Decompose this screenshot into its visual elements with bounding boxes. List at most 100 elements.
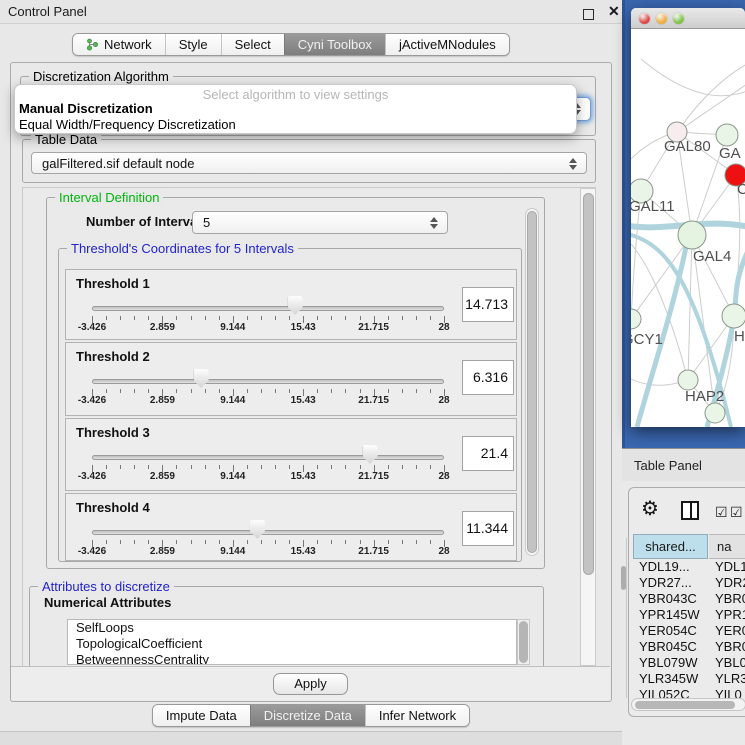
table-row[interactable]: YER054CYER0 [633,623,745,639]
slider-tick [345,465,346,469]
table-row[interactable]: YDR27...YDR2 [633,575,745,591]
table-row[interactable]: YBL079WYBL0 [633,655,745,671]
tab-infer-network[interactable]: Infer Network [365,705,469,726]
tab-style[interactable]: Style [165,34,221,55]
tab-jactivemnodules[interactable]: jActiveMNodules [385,34,509,55]
attributes-list-scrollbar-thumb[interactable] [519,621,528,663]
network-edge[interactable] [677,64,745,132]
tab-discretize-data[interactable]: Discretize Data [250,705,365,726]
table-horizontal-scrollbar[interactable] [631,698,745,711]
slider-tick [205,465,206,469]
interval-group-scrollbar-thumb[interactable] [527,211,537,553]
table-row[interactable]: YPR145WYPR1 [633,607,745,623]
network-edge[interactable] [631,244,688,380]
table-horizontal-scrollbar-thumb[interactable] [635,701,735,709]
tab-impute-data[interactable]: Impute Data [153,705,250,726]
network-node[interactable] [722,304,745,328]
slider-tick [331,316,332,320]
network-view-window[interactable]: GAL80GACGAL11GAL4GCY1HHAP2 [631,8,745,427]
column-header-shared-name[interactable]: shared... [633,534,708,559]
network-node[interactable] [631,309,641,329]
combo-stepper-icon[interactable] [427,215,440,231]
slider-track[interactable] [92,306,444,311]
checkbox-icon[interactable]: ☑ [730,504,743,521]
slider-tick [219,465,220,469]
slider-handle[interactable] [194,369,209,388]
network-window-titlebar[interactable] [631,8,745,29]
attribute-list-item[interactable]: BetweennessCentrality [68,652,516,665]
table-cell-shared-name: YBR045C [639,639,697,654]
slider-tick-label: 15.43 [291,471,316,482]
slider-tick [219,540,220,544]
numerical-attributes-list[interactable]: SelfLoopsTopologicalCoefficientBetweenne… [67,619,517,665]
tab-network[interactable]: Network [73,34,165,55]
network-edge[interactable] [631,235,692,319]
window-minimize-icon[interactable] [656,13,667,24]
column-layout-icon[interactable] [681,501,699,520]
combo-stepper-icon[interactable] [566,156,579,172]
table-row[interactable]: YBR045CYBR0 [633,639,745,655]
threshold-value-field[interactable]: 11.344 [462,511,514,546]
network-node[interactable] [678,370,698,390]
slider-tick-label: 9.144 [220,395,245,406]
slider-tick [331,465,332,469]
table-row[interactable]: YDL19...YDL1 [633,559,745,575]
attribute-list-item[interactable]: SelfLoops [68,620,516,636]
dropdown-option-equal-width-frequency[interactable]: Equal Width/Frequency Discretization [19,117,236,132]
threshold-label: Threshold 2 [76,349,150,364]
threshold-value-field[interactable]: 6.316 [462,360,514,395]
slider-handle[interactable] [288,296,303,315]
table-row[interactable]: YBR043CYBR0 [633,591,745,607]
interval-group-scrollbar[interactable] [525,208,539,556]
table-cell-shared-name: YER054C [639,623,697,638]
threshold-value-field[interactable]: 21.4 [462,436,514,471]
column-header-name[interactable]: na [709,534,745,559]
network-edge[interactable] [688,235,692,380]
apply-button-strip: Apply [11,666,610,700]
dropdown-option-manual-discretization[interactable]: Manual Discretization [19,101,153,116]
slider-tick [388,389,389,393]
discretization-algorithm-group-title: Discretization Algorithm [29,69,173,84]
table-row[interactable]: YLR345WYLR3 [633,671,745,687]
threshold-panel-2: Threshold 2-3.4262.8599.14415.4321.71528… [65,342,517,416]
dropdown-placeholder-item[interactable]: Select algorithm to view settings [15,87,576,102]
tab-cyni-toolbox[interactable]: Cyni Toolbox [284,34,385,55]
window-zoom-icon[interactable] [673,13,684,24]
table-data-combobox[interactable]: galFiltered.sif default node [31,152,587,174]
slider-track[interactable] [92,455,444,460]
slider-handle[interactable] [250,520,265,539]
viewport-scrollbar-thumb[interactable] [583,193,594,575]
gear-icon[interactable]: ⚙ [641,496,659,521]
attribute-list-item[interactable]: TopologicalCoefficient [68,636,516,652]
checkbox-icon[interactable]: ☑ [715,504,728,521]
network-node[interactable] [705,403,725,423]
slider-track[interactable] [92,379,444,384]
settings-scroll-viewport: Interval Definition Number of Intervals … [22,187,596,667]
slider-track[interactable] [92,530,444,535]
network-node[interactable] [716,124,738,146]
threshold-value-field[interactable]: 14.713 [462,287,514,322]
network-edge[interactable] [641,59,745,96]
network-node[interactable] [678,221,706,249]
float-panel-icon[interactable] [583,9,594,20]
slider-tick [275,540,276,544]
table-left-edge [626,538,627,698]
apply-button[interactable]: Apply [273,673,348,695]
slider-handle[interactable] [363,445,378,464]
slider-tick [289,540,290,544]
window-close-icon[interactable] [639,13,650,24]
slider-tick [388,316,389,320]
viewport-scrollbar[interactable] [580,188,596,666]
slider-tick [120,540,121,544]
close-panel-icon[interactable]: ✕ [608,3,620,20]
slider-tick-label: 28 [438,471,449,482]
slider-tick [247,389,248,393]
application-root: Control Panel ✕ NetworkStyleSelectCyni T… [0,0,745,745]
numerical-attributes-label: Numerical Attributes [44,595,171,610]
threshold-coordinates-group-title: Threshold's Coordinates for 5 Intervals [67,241,298,256]
network-canvas[interactable]: GAL80GACGAL11GAL4GCY1HHAP2 [631,29,745,427]
slider-tick [148,540,149,544]
number-of-intervals-combobox[interactable]: 5 [192,211,448,234]
table-vertical-scrollbar-thumb[interactable] [621,566,626,590]
tab-select[interactable]: Select [221,34,284,55]
